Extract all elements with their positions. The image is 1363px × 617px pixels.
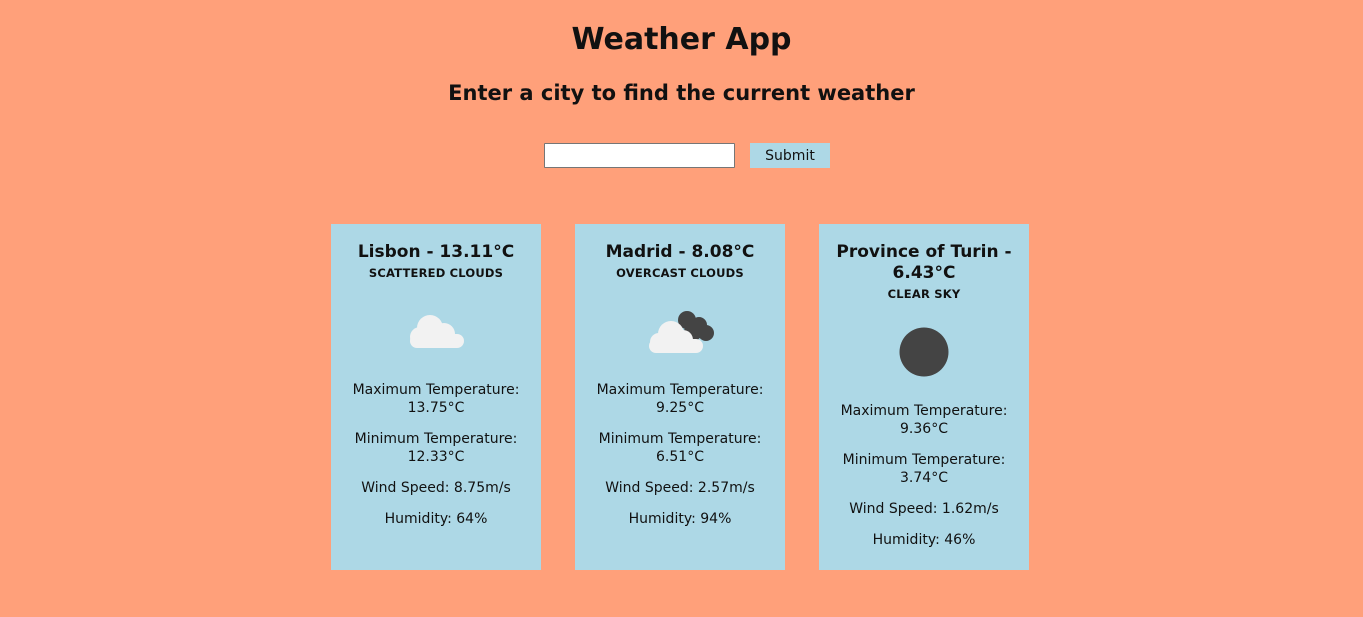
card-title: Lisbon - 13.11°C [357, 242, 515, 262]
card-title: Madrid - 8.08°C [605, 242, 755, 262]
clear-sky-icon [829, 313, 1019, 391]
page-title: Weather App [571, 22, 792, 57]
min-temperature-label: Minimum Temperature: [842, 452, 1006, 468]
cloud-icon [341, 292, 531, 370]
min-temperature: Minimum Temperature: 12.33°C [341, 430, 531, 466]
min-temperature-value: 6.51°C [656, 449, 704, 465]
max-temperature: Maximum Temperature: 13.75°C [341, 381, 531, 417]
min-temperature: Minimum Temperature: 6.51°C [585, 430, 775, 466]
humidity: Humidity: 46% [872, 532, 976, 548]
max-temperature-label: Maximum Temperature: [840, 403, 1008, 419]
max-temperature-value: 9.25°C [656, 400, 704, 416]
weather-description: clear sky [887, 287, 961, 301]
weather-card-turin: Province of Turin - 6.43°C clear sky Max… [819, 224, 1029, 570]
humidity: Humidity: 64% [384, 511, 488, 527]
wind-speed: Wind Speed: 2.57m/s [605, 480, 755, 496]
card-title: Province of Turin - 6.43°C [836, 242, 1012, 283]
max-temperature: Maximum Temperature: 9.36°C [829, 402, 1019, 438]
min-temperature-value: 3.74°C [900, 470, 948, 486]
min-temperature-label: Minimum Temperature: [354, 431, 518, 447]
wind-speed: Wind Speed: 8.75m/s [361, 480, 511, 496]
humidity: Humidity: 94% [628, 511, 732, 527]
weather-card-lisbon: Lisbon - 13.11°C scattered clouds Maximu… [331, 224, 541, 570]
overcast-clouds-icon [585, 292, 775, 370]
min-temperature-value: 12.33°C [407, 449, 465, 465]
submit-button[interactable]: Submit [750, 143, 830, 168]
city-input[interactable] [544, 143, 735, 168]
max-temperature-value: 13.75°C [407, 400, 465, 416]
min-temperature: Minimum Temperature: 3.74°C [829, 451, 1019, 487]
weather-description: overcast clouds [616, 266, 744, 280]
max-temperature-label: Maximum Temperature: [596, 382, 764, 398]
weather-card-madrid: Madrid - 8.08°C overcast clouds Maximum … [575, 224, 785, 570]
page-subtitle: Enter a city to find the current weather [448, 81, 915, 105]
weather-description: scattered clouds [368, 266, 504, 280]
wind-speed: Wind Speed: 1.62m/s [849, 501, 999, 517]
min-temperature-label: Minimum Temperature: [598, 431, 762, 447]
max-temperature-label: Maximum Temperature: [352, 382, 520, 398]
max-temperature-value: 9.36°C [900, 421, 948, 437]
max-temperature: Maximum Temperature: 9.25°C [585, 381, 775, 417]
